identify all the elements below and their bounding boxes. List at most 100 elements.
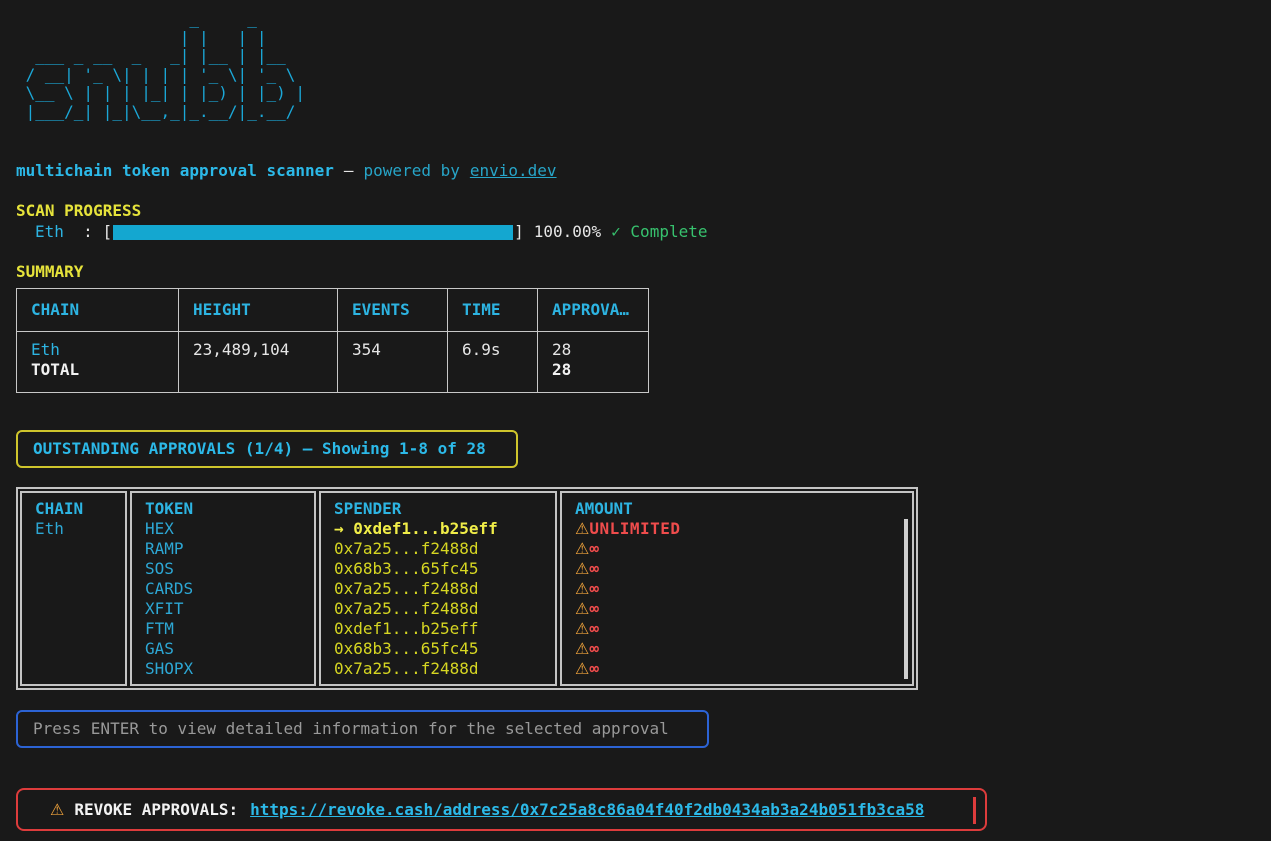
enter-hint-text: Press ENTER to view detailed information… — [33, 719, 669, 739]
summary-header-row: CHAINHEIGHTEVENTSTIMEAPPROVA… — [17, 289, 648, 332]
scan-progress-heading: SCAN PROGRESS — [16, 201, 1271, 221]
approvals-scrollbar[interactable] — [904, 519, 908, 679]
chain-panel: CHAIN Eth — [20, 491, 127, 686]
progress-bracket-close: ] — [514, 222, 524, 242]
summary-column-header: EVENTS — [338, 289, 448, 331]
spender-address: 0x68b3...65fc45 — [334, 559, 479, 578]
amount-value: ∞ — [589, 579, 599, 598]
approval-spender[interactable]: 0x7a25...f2488d — [334, 659, 555, 679]
progress-status: ✓ Complete — [611, 222, 707, 242]
spender-address: 0x7a25...f2488d — [334, 539, 479, 558]
spender-address: 0x7a25...f2488d — [334, 579, 479, 598]
summary-cell: 2828 — [538, 332, 648, 392]
summary-value: 28 — [552, 360, 634, 380]
enter-hint-box: Press ENTER to view detailed information… — [16, 710, 709, 748]
ascii-logo: _ _ | | | | ___ _ __ _ _| |__ | |__ / __… — [16, 10, 1271, 121]
approval-chain-value: Eth — [35, 519, 125, 539]
approval-spender[interactable]: 0x68b3...65fc45 — [334, 639, 555, 659]
amount-panel: AMOUNT ⚠UNLIMITED⚠∞⚠∞⚠∞⚠∞⚠∞⚠∞⚠∞ — [560, 491, 914, 686]
approval-amount[interactable]: ⚠∞ — [575, 559, 912, 579]
summary-cell: 354 — [338, 332, 448, 392]
approval-token[interactable]: SOS — [145, 559, 314, 579]
approval-amount[interactable]: ⚠UNLIMITED — [575, 519, 912, 539]
approvals-table: CHAIN Eth TOKEN HEXRAMPSOSCARDSXFITFTMGA… — [16, 487, 918, 690]
summary-value — [193, 360, 323, 380]
powered-by-label: powered by — [364, 161, 460, 181]
summary-column-header: CHAIN — [17, 289, 179, 331]
spender-rows: → 0xdef1...b25eff0x7a25...f2488d0x68b3..… — [334, 519, 555, 679]
amount-value: ∞ — [589, 619, 599, 638]
warning-icon: ⚠ — [575, 659, 589, 678]
summary-value — [462, 360, 523, 380]
spender-address: 0x7a25...f2488d — [334, 659, 479, 678]
progress-bar — [113, 225, 513, 240]
approval-amount[interactable]: ⚠∞ — [575, 599, 912, 619]
approvals-title: OUTSTANDING APPROVALS (1/4) — Showing 1-… — [33, 439, 486, 459]
amount-column-header: AMOUNT — [575, 499, 912, 519]
envio-link[interactable]: envio.dev — [470, 161, 557, 181]
summary-column-header: TIME — [448, 289, 538, 331]
summary-value — [352, 360, 433, 380]
approval-amount[interactable]: ⚠∞ — [575, 659, 912, 679]
revoke-link[interactable]: https://revoke.cash/address/0x7c25a8c86a… — [250, 800, 924, 820]
amount-value: ∞ — [589, 639, 599, 658]
approval-amount[interactable]: ⚠∞ — [575, 579, 912, 599]
tagline: multichain token approval scanner — powe… — [16, 161, 1271, 181]
approval-token[interactable]: HEX — [145, 519, 314, 539]
warning-icon: ⚠ — [575, 559, 589, 578]
warning-icon: ⚠ — [575, 539, 589, 558]
summary-body-row: EthTOTAL23,489,1043546.9s2828 — [17, 332, 648, 392]
approval-token[interactable]: CARDS — [145, 579, 314, 599]
revoke-scroll-tick — [973, 797, 976, 824]
summary-value: 6.9s — [462, 340, 523, 360]
approval-spender[interactable]: → 0xdef1...b25eff — [334, 519, 555, 539]
approvals-title-box: OUTSTANDING APPROVALS (1/4) — Showing 1-… — [16, 430, 518, 468]
approval-spender[interactable]: 0x7a25...f2488d — [334, 539, 555, 559]
summary-value: 354 — [352, 340, 433, 360]
approval-amount[interactable]: ⚠∞ — [575, 619, 912, 639]
app-title: multichain token approval scanner — [16, 161, 334, 181]
summary-value: 28 — [552, 340, 634, 360]
amount-value: ∞ — [589, 539, 599, 558]
approval-spender[interactable]: 0x68b3...65fc45 — [334, 559, 555, 579]
amount-value: ∞ — [589, 599, 599, 618]
progress-bracket-open: [ — [102, 222, 112, 242]
approval-token[interactable]: FTM — [145, 619, 314, 639]
summary-cell: 23,489,104 — [179, 332, 338, 392]
revoke-label: REVOKE APPROVALS: — [74, 800, 238, 820]
spender-panel: SPENDER → 0xdef1...b25eff0x7a25...f2488d… — [319, 491, 557, 686]
summary-column-header: APPROVA… — [538, 289, 648, 331]
tagline-dash: — — [344, 161, 354, 181]
approval-spender[interactable]: 0xdef1...b25eff — [334, 619, 555, 639]
token-column-header: TOKEN — [145, 499, 314, 519]
approval-token[interactable]: SHOPX — [145, 659, 314, 679]
summary-value: Eth — [31, 340, 164, 360]
amount-value: ∞ — [589, 559, 599, 578]
warning-icon: ⚠ — [575, 519, 589, 538]
warning-icon: ⚠ — [575, 579, 589, 598]
approval-token[interactable]: XFIT — [145, 599, 314, 619]
revoke-box: ⚠ REVOKE APPROVALS: https://revoke.cash/… — [16, 788, 987, 831]
chain-column-header: CHAIN — [35, 499, 125, 519]
progress-separator: : — [64, 222, 103, 242]
warning-icon: ⚠ — [575, 639, 589, 658]
approval-token[interactable]: RAMP — [145, 539, 314, 559]
approval-amount[interactable]: ⚠∞ — [575, 539, 912, 559]
spender-address: 0xdef1...b25eff — [334, 619, 479, 638]
scan-progress-line: Eth : [ ] 100.00% ✓ Complete — [16, 222, 1271, 242]
summary-table: CHAINHEIGHTEVENTSTIMEAPPROVA… EthTOTAL23… — [16, 288, 649, 393]
warning-icon: ⚠ — [575, 619, 589, 638]
approval-spender[interactable]: 0x7a25...f2488d — [334, 599, 555, 619]
token-rows: HEXRAMPSOSCARDSXFITFTMGASSHOPX — [145, 519, 314, 679]
amount-value: UNLIMITED — [589, 519, 680, 538]
spender-address: 0x68b3...65fc45 — [334, 639, 479, 658]
warning-icon: ⚠ — [575, 599, 589, 618]
approval-token[interactable]: GAS — [145, 639, 314, 659]
token-panel: TOKEN HEXRAMPSOSCARDSXFITFTMGASSHOPX — [130, 491, 316, 686]
approval-spender[interactable]: 0x7a25...f2488d — [334, 579, 555, 599]
amount-rows: ⚠UNLIMITED⚠∞⚠∞⚠∞⚠∞⚠∞⚠∞⚠∞ — [575, 519, 912, 679]
spender-address: 0x7a25...f2488d — [334, 599, 479, 618]
progress-chain-label: Eth — [35, 222, 64, 242]
approval-amount[interactable]: ⚠∞ — [575, 639, 912, 659]
progress-percent: 100.00% — [534, 222, 601, 242]
